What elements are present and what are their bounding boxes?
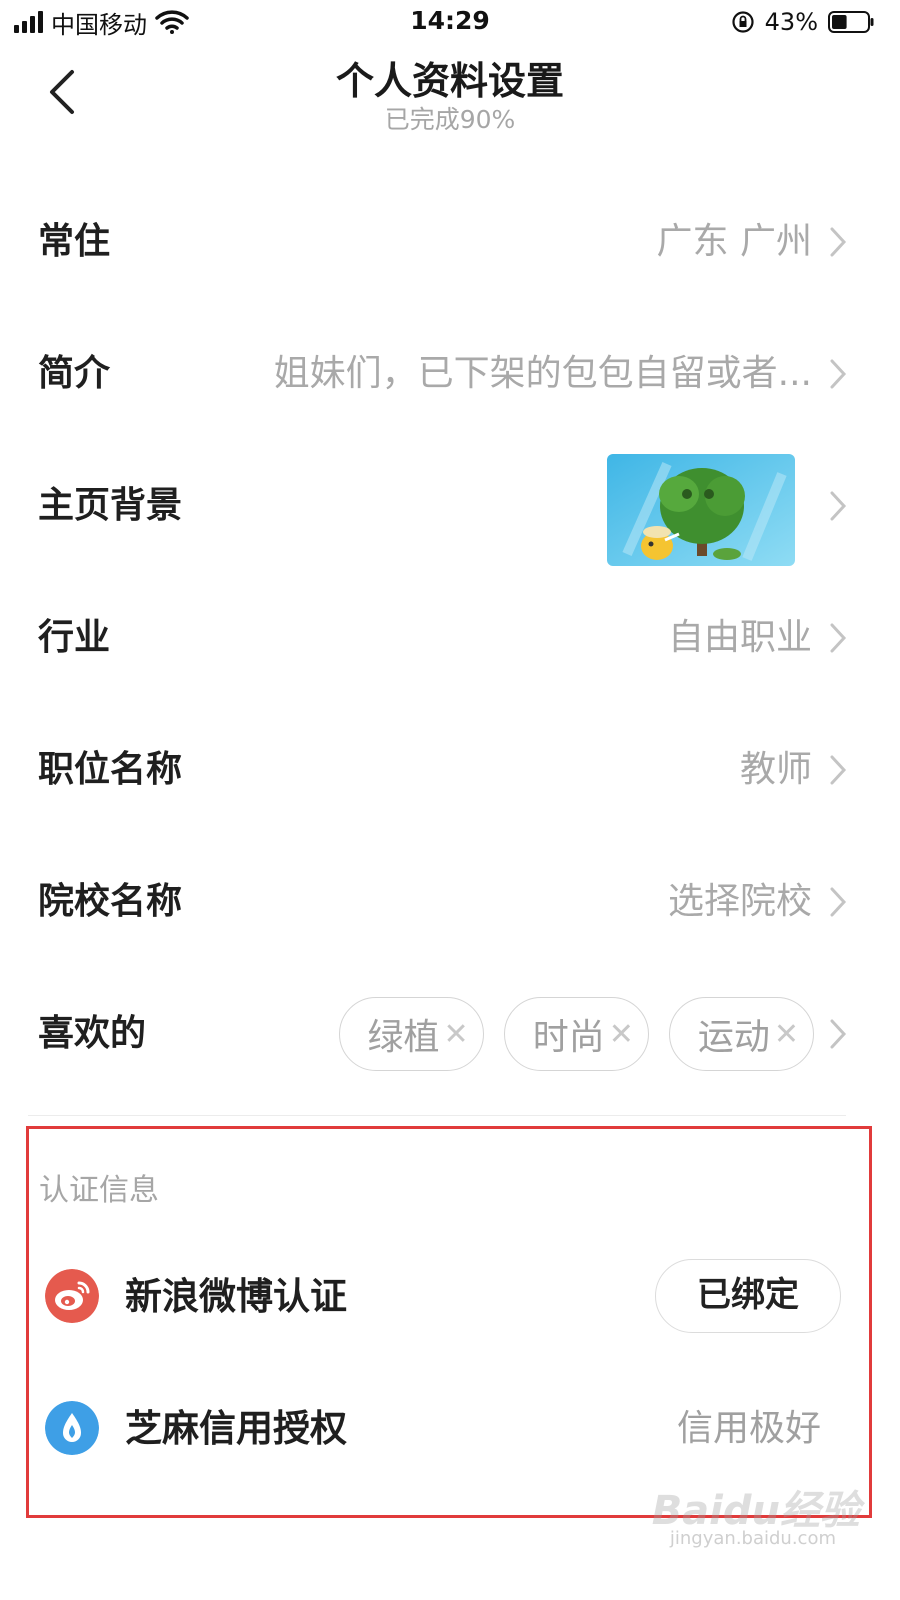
chevron-right-icon xyxy=(830,227,847,257)
row-industry[interactable]: 行业 自由职业 xyxy=(0,572,900,704)
row-label: 简介 xyxy=(38,353,111,394)
remove-tag-icon[interactable]: ✕ xyxy=(609,1017,634,1052)
remove-tag-icon[interactable]: ✕ xyxy=(444,1017,469,1052)
watermark-url: jingyan.baidu.com xyxy=(669,1528,836,1549)
row-homepage-background[interactable]: 主页背景 xyxy=(0,440,900,572)
weibo-bound-button[interactable]: 已绑定 xyxy=(655,1259,841,1333)
likes-tags: 绿植 ✕ 时尚 ✕ 运动 ✕ xyxy=(338,968,814,1100)
section-divider xyxy=(28,1115,846,1116)
row-value: 选择院校 xyxy=(667,881,812,922)
row-school[interactable]: 院校名称 选择院校 xyxy=(0,836,900,968)
page-title: 个人资料设置 xyxy=(335,59,564,103)
tag-label: 时尚 xyxy=(532,1017,605,1058)
certification-section: 认证信息 新浪微博认证 已绑定 芝麻信用授权 信用极好 xyxy=(26,1126,872,1518)
tag-label: 运动 xyxy=(697,1017,770,1058)
like-tag[interactable]: 时尚 ✕ xyxy=(503,997,649,1071)
chevron-right-icon xyxy=(830,491,847,521)
row-value: 自由职业 xyxy=(667,617,812,658)
row-label: 职位名称 xyxy=(38,749,183,790)
row-value: 姐妹们，已下架的包包自留或者... xyxy=(273,353,812,394)
row-label: 院校名称 xyxy=(38,881,183,922)
rotation-lock-icon xyxy=(732,11,754,33)
row-job-title[interactable]: 职位名称 教师 xyxy=(0,704,900,836)
row-label: 喜欢的 xyxy=(38,1013,147,1054)
chevron-right-icon xyxy=(830,887,847,917)
battery-percent: 43% xyxy=(764,8,818,36)
row-value: 教师 xyxy=(739,749,812,790)
row-label: 主页背景 xyxy=(38,485,183,526)
chevron-right-icon xyxy=(830,755,847,785)
section-title: 认证信息 xyxy=(39,1173,159,1208)
row-label: 常住 xyxy=(38,221,111,262)
row-label: 行业 xyxy=(38,617,111,658)
chevron-right-icon xyxy=(830,1019,847,1049)
zhima-label: 芝麻信用授权 xyxy=(125,1407,347,1450)
row-intro[interactable]: 简介 姐妹们，已下架的包包自留或者... xyxy=(0,308,900,440)
row-value: 广东 广州 xyxy=(656,221,812,262)
weibo-icon xyxy=(45,1269,99,1323)
chevron-right-icon xyxy=(830,623,847,653)
nav-bar: 个人资料设置 已完成90% xyxy=(0,44,900,144)
status-bar: 中国移动 14:29 43% xyxy=(0,0,900,44)
credit-rating-value: 信用极好 xyxy=(676,1408,821,1449)
profile-settings-list: 常住 广东 广州 简介 姐妹们，已下架的包包自留或者... 主页背景 行业 自由… xyxy=(0,176,900,1100)
sesame-credit-icon xyxy=(45,1401,99,1455)
zhima-credit-row[interactable]: 芝麻信用授权 信用极好 xyxy=(29,1379,869,1479)
remove-tag-icon[interactable]: ✕ xyxy=(774,1017,799,1052)
like-tag[interactable]: 运动 ✕ xyxy=(668,997,814,1071)
battery-icon xyxy=(828,11,874,33)
completion-subtitle: 已完成90% xyxy=(384,105,516,134)
row-likes[interactable]: 喜欢的 绿植 ✕ 时尚 ✕ 运动 ✕ xyxy=(0,968,900,1100)
tag-label: 绿植 xyxy=(367,1017,440,1058)
like-tag[interactable]: 绿植 ✕ xyxy=(338,997,484,1071)
chevron-right-icon xyxy=(830,359,847,389)
weibo-certification-row[interactable]: 新浪微博认证 已绑定 xyxy=(29,1247,869,1347)
weibo-label: 新浪微博认证 xyxy=(125,1275,347,1318)
row-residence[interactable]: 常住 广东 广州 xyxy=(0,176,900,308)
background-thumbnail[interactable] xyxy=(607,454,795,566)
status-right: 43% xyxy=(731,6,874,38)
